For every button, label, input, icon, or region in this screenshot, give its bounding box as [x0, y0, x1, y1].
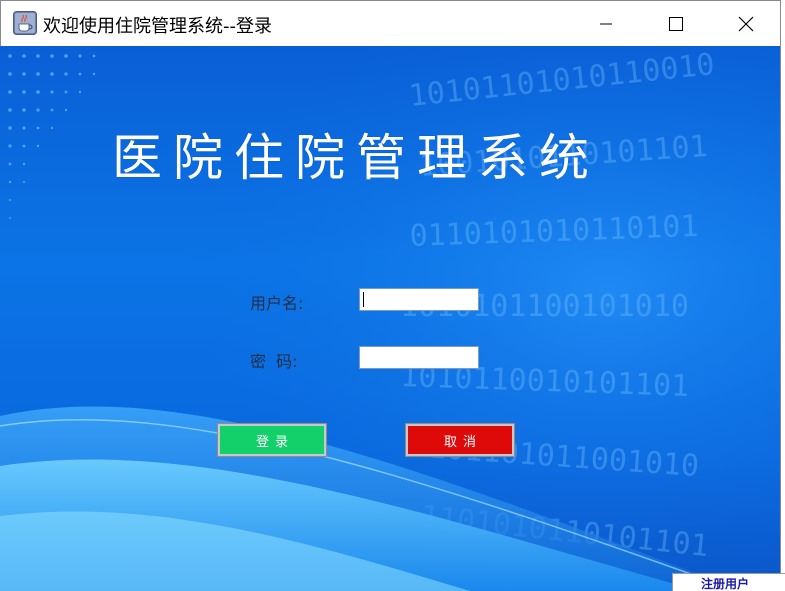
cancel-button[interactable]: 取消: [405, 423, 515, 457]
maximize-button[interactable]: [641, 1, 711, 47]
login-window: 欢迎使用住院管理系统--登录 10101101010110010 1001010…: [0, 0, 785, 591]
title-bar[interactable]: 欢迎使用住院管理系统--登录: [0, 0, 780, 46]
username-field[interactable]: [359, 288, 479, 311]
login-panel: 10101101010110010 1001010110101101 01101…: [0, 46, 780, 591]
window-title: 欢迎使用住院管理系统--登录: [43, 16, 272, 37]
text-caret: [363, 292, 364, 307]
username-label: 用户名:: [250, 294, 304, 313]
close-icon: [738, 16, 754, 32]
minimize-icon: [600, 23, 612, 25]
background-window-edge: [780, 0, 785, 591]
system-title: 医院住院管理系统: [112, 129, 600, 187]
login-button[interactable]: 登录: [217, 423, 327, 457]
password-field[interactable]: [359, 346, 479, 369]
password-label: 密 码:: [250, 352, 298, 371]
minimize-button[interactable]: [571, 1, 641, 47]
register-user-link[interactable]: 注册用户: [672, 573, 785, 591]
close-button[interactable]: [711, 1, 781, 47]
maximize-icon: [669, 17, 683, 31]
java-coffee-cup-icon: [13, 11, 37, 35]
